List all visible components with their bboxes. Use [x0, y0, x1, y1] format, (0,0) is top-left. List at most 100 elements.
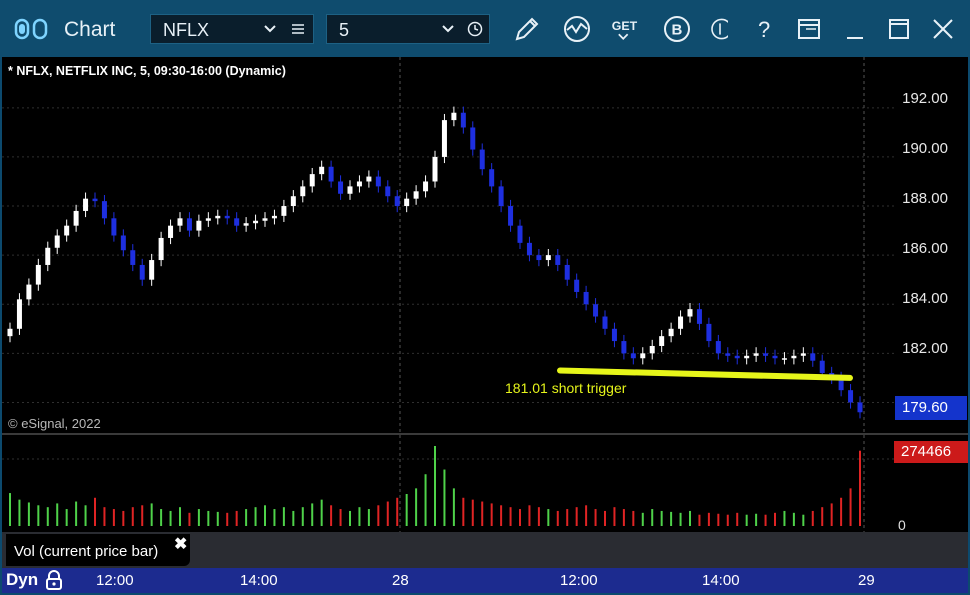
volume-bar — [707, 512, 710, 526]
symbol-list-icon[interactable] — [291, 23, 305, 35]
b-label: B — [672, 22, 683, 39]
volume-bar — [424, 474, 427, 526]
chevron-down-icon[interactable] — [263, 23, 277, 35]
volume-bar — [415, 488, 418, 526]
candle-body — [168, 225, 174, 238]
candle-body — [26, 284, 32, 300]
b-circle-icon[interactable]: B — [660, 12, 694, 46]
volume-bar — [452, 488, 455, 526]
candle-body — [262, 218, 268, 221]
symbol-value: NFLX — [163, 20, 210, 40]
volume-bar — [160, 509, 163, 526]
candle-body — [781, 358, 787, 360]
candle-body — [583, 291, 589, 305]
short-trigger-line — [557, 367, 853, 381]
volume-bar — [273, 509, 276, 526]
volume-bar — [849, 488, 852, 526]
candle-body — [243, 223, 249, 226]
volume-bar — [670, 511, 673, 526]
close-icon[interactable] — [926, 12, 960, 46]
minimize-icon[interactable] — [838, 12, 872, 46]
volume-bar — [75, 501, 78, 526]
candle-body — [54, 235, 60, 248]
get-data-icon[interactable]: GET — [608, 12, 642, 46]
candle-body — [763, 353, 769, 356]
volume-bar — [320, 499, 323, 526]
candle-body — [196, 220, 202, 231]
volume-bar — [698, 514, 701, 526]
volume-bar — [18, 499, 21, 526]
price-chart[interactable]: 181.01 short trigger * NFLX, NETFLIX INC… — [2, 57, 894, 433]
volume-bar — [613, 507, 616, 526]
time-label: 14:00 — [240, 572, 278, 589]
candle-body — [338, 181, 344, 194]
volume-bar — [585, 505, 588, 526]
volume-bar — [736, 512, 739, 526]
candle-body — [517, 225, 523, 243]
candle-body — [300, 186, 306, 197]
candle-body — [356, 181, 362, 187]
candle-body — [640, 353, 646, 359]
candle-body — [394, 196, 400, 207]
volume-bar — [254, 507, 257, 526]
maximize-icon[interactable] — [882, 12, 916, 46]
candle-body — [555, 255, 561, 265]
volume-bar — [443, 469, 446, 526]
close-study-icon[interactable]: ✖ — [174, 534, 187, 554]
help-icon[interactable]: ? — [748, 12, 782, 46]
volume-bar — [660, 510, 663, 526]
candle-body — [205, 218, 211, 221]
lock-icon[interactable] — [44, 569, 64, 591]
clock-icon[interactable] — [467, 21, 483, 37]
volume-bar — [774, 512, 776, 526]
dynamic-mode-label[interactable]: Dyn — [6, 570, 38, 590]
volume-bar — [519, 509, 521, 526]
volume-bar — [27, 502, 30, 526]
volume-bar — [84, 505, 87, 526]
time-label: 12:00 — [560, 572, 598, 589]
volume-bar — [103, 507, 106, 526]
volume-chart[interactable] — [2, 435, 894, 532]
candle-body — [139, 264, 145, 280]
candle-body — [470, 127, 476, 150]
interval-input[interactable]: 5 — [326, 14, 490, 44]
chevron-down-icon[interactable] — [441, 23, 455, 35]
study-wave-icon[interactable] — [560, 12, 594, 46]
candle-body — [271, 215, 277, 219]
volume-bar — [46, 507, 49, 526]
volume-bar — [396, 497, 399, 526]
candle-body — [753, 353, 759, 356]
volume-bar — [575, 507, 578, 526]
draw-pencil-icon[interactable] — [510, 12, 544, 46]
candle-body — [64, 225, 70, 236]
symbol-input[interactable]: NFLX — [150, 14, 314, 44]
candle-body — [574, 279, 580, 292]
link-number-icon[interactable] — [704, 12, 728, 46]
candle-body — [791, 355, 797, 359]
candle-body — [678, 316, 684, 329]
volume-bar — [537, 507, 540, 526]
candle-body — [319, 166, 325, 175]
candle-body — [848, 390, 854, 403]
volume-bar — [245, 509, 248, 526]
volume-study-label[interactable]: Vol (current price bar) ✖ — [6, 534, 190, 566]
candle-body — [158, 237, 164, 261]
candle-body — [215, 215, 221, 219]
time-label: 28 — [392, 572, 409, 589]
price-axis[interactable]: 192.00 190.00 188.00 186.00 184.00 182.0… — [894, 57, 968, 433]
candlestick-plot[interactable]: 181.01 short trigger — [2, 57, 894, 433]
candle-body — [441, 120, 447, 157]
volume-bar — [840, 497, 843, 526]
volume-bar — [859, 450, 861, 526]
volume-axis[interactable]: 274466 0 — [894, 435, 968, 533]
volume-bar — [490, 503, 493, 526]
volume-bar — [141, 505, 144, 526]
candle-body — [281, 206, 287, 216]
trigger-annotation: 181.01 short trigger — [505, 380, 627, 396]
candle-body — [668, 328, 674, 337]
time-axis[interactable]: Dyn 12:00 14:00 28 12:00 14:00 29 — [2, 568, 968, 593]
layout-icon[interactable] — [792, 12, 826, 46]
candle-body — [800, 353, 806, 356]
candle-body — [253, 220, 259, 224]
volume-bar — [216, 511, 219, 526]
